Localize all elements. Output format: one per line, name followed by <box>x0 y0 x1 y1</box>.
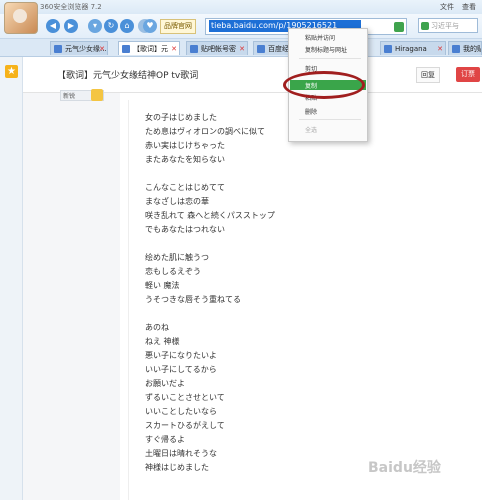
tab-label: 我的贴 <box>463 45 482 53</box>
highlight-ring <box>283 71 365 99</box>
tab-item[interactable]: 贴吧帐号密 ✕ <box>186 41 248 55</box>
close-icon[interactable]: ✕ <box>171 42 177 55</box>
lyric-line: 悪い子になりたいよ <box>145 351 217 360</box>
lyric-line: お願いだよ <box>145 379 185 388</box>
tab-favicon-icon <box>384 45 392 53</box>
lyric-line: でもあなたはつれない <box>145 225 225 234</box>
tab-favicon-icon <box>122 45 130 53</box>
toolbar: ◀ ▶ ▾ ↻ ⌂ ▾ ♥ 品牌官网 tieba.baidu.com/p/190… <box>0 14 482 39</box>
tab-item[interactable]: Hiragana ✕ <box>380 41 446 55</box>
lyric-line: あのね <box>145 323 169 332</box>
tab-label: 贴吧帐号密 <box>201 45 236 53</box>
search-placeholder: 习近平与 <box>431 22 459 30</box>
lyric-line: まなざしは恋の華 <box>145 197 209 206</box>
watermark: Baidu经验 <box>368 460 441 476</box>
search-engine-icon[interactable] <box>421 22 429 30</box>
user-column <box>23 57 120 500</box>
chevron-down-icon[interactable]: ▾ <box>88 19 102 33</box>
tab-item-active[interactable]: 【歌词】元 ✕ <box>118 41 180 55</box>
page-title: 【歌词】元气少女缘结神OP tv歌词 <box>57 71 199 81</box>
tab-label: Hiragana <box>395 45 427 53</box>
close-icon[interactable]: ✕ <box>437 42 443 55</box>
menu-divider <box>299 119 361 120</box>
brand-site-button[interactable]: 品牌官网 <box>160 19 196 34</box>
lyric-line: ずるいことさせといて <box>145 393 225 402</box>
lyric-line: スカートひるがえして <box>145 421 225 430</box>
back-icon[interactable]: ◀ <box>46 19 60 33</box>
close-icon[interactable]: ✕ <box>99 42 105 55</box>
tab-favicon-icon <box>452 45 460 53</box>
lyric-line: いい子にしてるから <box>145 365 217 374</box>
star-icon[interactable]: ★ <box>5 65 18 78</box>
tab-item[interactable]: 元气少女缘... ✕ <box>50 41 108 55</box>
lyric-line: うそつきな唇そう重ねてる <box>145 295 241 304</box>
crown-icon <box>91 89 103 101</box>
favorite-button[interactable]: 订票 <box>456 67 480 82</box>
search-input[interactable]: 习近平与 <box>418 18 478 33</box>
lyric-line: すぐ帰るよ <box>145 435 185 444</box>
lyric-line: 绘めた肌に触うつ <box>145 253 209 262</box>
title-bar: 360安全浏览器 7.2 文件 查看 <box>0 0 482 15</box>
favorite-heart-icon[interactable]: ♥ <box>143 19 157 33</box>
lyric-line: こんなことはじめてて <box>145 183 225 192</box>
go-icon[interactable] <box>394 22 404 32</box>
post-content: 女の子はじめました ため息はヴィオロンの調べに似て 赤い実はじけちゃった またあ… <box>128 100 449 500</box>
forward-icon[interactable]: ▶ <box>64 19 78 33</box>
menu-file[interactable]: 文件 <box>440 2 454 12</box>
refresh-icon[interactable]: ↻ <box>104 19 118 33</box>
menu-item-delete[interactable]: 删除 <box>305 107 317 116</box>
tab-favicon-icon <box>257 45 265 53</box>
menu-item-select-all: 全选 <box>305 127 318 134</box>
close-icon[interactable]: ✕ <box>239 42 245 55</box>
menu-divider <box>299 58 361 59</box>
tab-favicon-icon <box>54 45 62 53</box>
tab-favicon-icon <box>190 45 198 53</box>
home-icon[interactable]: ⌂ <box>120 19 134 33</box>
lyric-line: 恋もしるえぞう <box>145 267 201 276</box>
avatar[interactable] <box>4 2 38 34</box>
menu-item-paste-and-go[interactable]: 粘贴并访问 <box>305 33 335 42</box>
tab-label: 【歌词】元 <box>133 45 168 53</box>
menu-item-copy-title-url[interactable]: 复制标题与网址 <box>305 45 347 54</box>
post-header: 【歌词】元气少女缘结神OP tv歌词 回复 订票 <box>23 57 482 93</box>
browser-sidebar: ★ <box>0 57 23 500</box>
lyric-line: 赤い実はじけちゃった <box>145 141 225 150</box>
tab-item[interactable]: 百度经验 <box>253 41 293 55</box>
lyric-line: ため息はヴィオロンの調べに似て <box>145 127 265 136</box>
lyric-line: またあなたを知らない <box>145 155 225 164</box>
lyric-line: 女の子はじめました <box>145 113 217 122</box>
reply-button[interactable]: 回复 <box>416 67 440 83</box>
lyric-line: 咲き乱れて 森へと続くパスストップ <box>145 211 275 220</box>
menu-view[interactable]: 查看 <box>462 2 476 12</box>
lyric-line: いいことしたいなら <box>145 407 217 416</box>
lyric-line: 神様はじめました <box>145 463 209 472</box>
lyric-line: 土曜日は晴れそうな <box>145 449 217 458</box>
tab-item[interactable]: 我的贴 <box>448 41 482 55</box>
lyric-line: 軽い 魔法 <box>145 281 180 290</box>
lyric-line: ねえ 神様 <box>145 337 180 346</box>
window-title: 360安全浏览器 7.2 <box>40 3 102 11</box>
tab-bar: 元气少女缘... ✕ 【歌词】元 ✕ 贴吧帐号密 ✕ 百度经验 Hiragana… <box>0 39 482 57</box>
